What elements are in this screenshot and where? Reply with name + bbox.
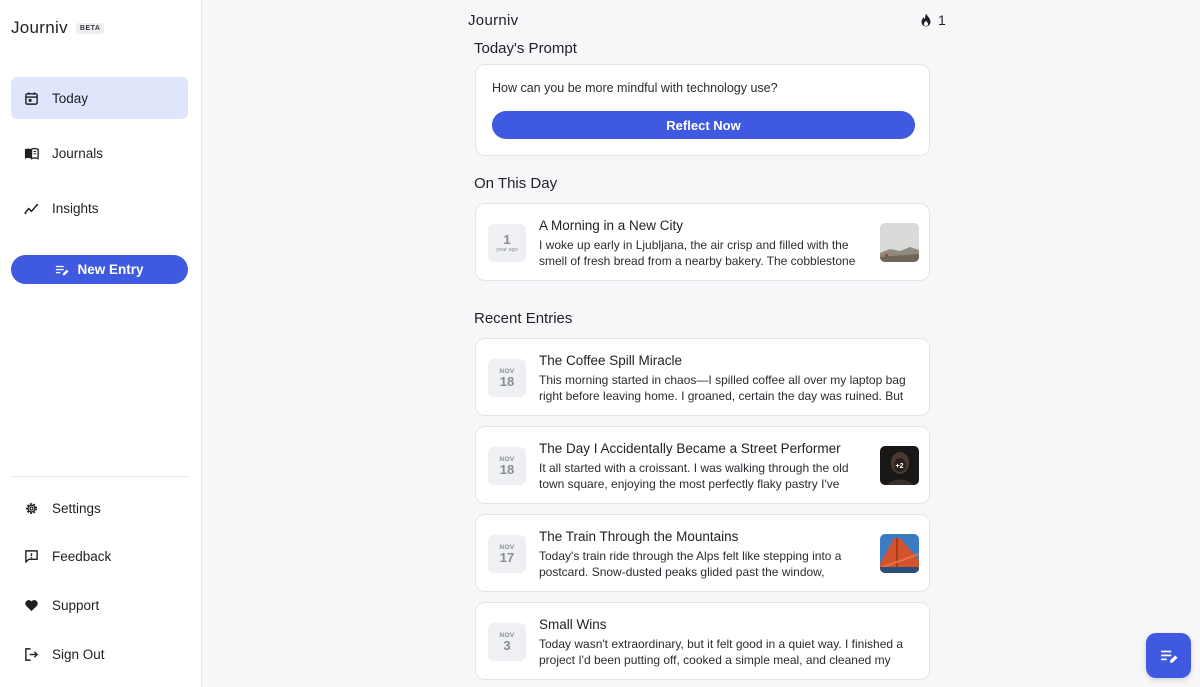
more-photos-badge: +2 xyxy=(896,463,904,470)
nav-label-feedback: Feedback xyxy=(52,548,112,564)
new-entry-button[interactable]: New Entry xyxy=(11,255,188,284)
date-box: year ago 1 xyxy=(488,224,526,262)
heart-icon xyxy=(25,599,38,611)
prompt-text: How can you be more mindful with technol… xyxy=(492,81,778,95)
nav-item-support[interactable]: Support xyxy=(11,587,188,623)
edit-note-icon xyxy=(1160,650,1177,663)
section-title-prompt: Today's Prompt xyxy=(474,40,577,57)
entry-excerpt: Today wasn't extraordinary, but it felt … xyxy=(539,637,904,667)
sidebar: Journiv BETA Today Journals Insights New… xyxy=(0,0,202,687)
nav-item-today[interactable]: Today xyxy=(11,77,188,119)
calendar-icon xyxy=(25,91,38,105)
date-box: NOV 3 xyxy=(488,623,526,661)
date-number: 1 xyxy=(503,232,511,247)
gear-icon xyxy=(26,502,37,514)
entry-excerpt: This morning started in chaos—I spilled … xyxy=(539,373,906,403)
date-day: 17 xyxy=(499,549,515,565)
nav-item-journals[interactable]: Journals xyxy=(11,132,188,174)
entry-title: The Train Through the Mountains xyxy=(539,529,739,544)
section-title-recent: Recent Entries xyxy=(474,310,573,327)
entry-title: The Day I Accidentally Became a Street P… xyxy=(539,441,841,456)
entry-card[interactable]: NOV 17 The Train Through the Mountains T… xyxy=(475,514,930,592)
nav-item-settings[interactable]: Settings xyxy=(11,490,188,526)
entry-thumbnail: +2 xyxy=(880,446,919,485)
new-entry-fab[interactable] xyxy=(1146,633,1191,678)
bridge-image xyxy=(880,534,919,573)
entry-card[interactable]: NOV 18 The Coffee Spill Miracle This mor… xyxy=(475,338,930,416)
portrait-image: +2 xyxy=(880,446,919,485)
nav-item-sign-out[interactable]: Sign Out xyxy=(11,636,188,672)
trend-icon xyxy=(24,203,39,214)
date-box: NOV 18 xyxy=(488,359,526,397)
entry-excerpt: I woke up early in Ljubljana, the air cr… xyxy=(539,238,856,268)
date-day: 3 xyxy=(503,637,511,653)
date-box: NOV 18 xyxy=(488,447,526,485)
misty-landscape-image xyxy=(880,223,919,262)
entry-title: Small Wins xyxy=(539,617,607,632)
nav-label-insights: Insights xyxy=(52,200,99,216)
nav-label-today: Today xyxy=(52,90,89,106)
new-entry-label: New Entry xyxy=(77,262,144,277)
page-title: Journiv xyxy=(468,12,519,29)
entry-excerpt: It all started with a croissant. I was w… xyxy=(539,461,849,491)
prompt-card: How can you be more mindful with technol… xyxy=(475,64,930,156)
date-label: year ago xyxy=(496,247,518,253)
sign-out-icon xyxy=(25,647,39,661)
feedback-icon xyxy=(25,549,38,563)
nav-label-settings: Settings xyxy=(52,500,101,516)
section-title-on-this-day: On This Day xyxy=(474,175,558,192)
entry-card[interactable]: NOV 3 Small Wins Today wasn't extraordin… xyxy=(475,602,930,680)
nav-label-journals: Journals xyxy=(52,145,104,161)
nav-item-feedback[interactable]: Feedback xyxy=(11,538,188,574)
sidebar-divider xyxy=(11,476,188,477)
entry-thumbnail xyxy=(880,223,919,262)
entry-excerpt: Today's train ride through the Alps felt… xyxy=(539,549,842,579)
book-icon xyxy=(24,147,39,160)
entry-card[interactable]: NOV 18 The Day I Accidentally Became a S… xyxy=(475,426,930,504)
entry-thumbnail xyxy=(880,534,919,573)
brand-name: Journiv xyxy=(11,18,68,37)
on-this-day-entry[interactable]: year ago 1 A Morning in a New City I wok… xyxy=(475,203,930,281)
streak-count: 1 xyxy=(938,12,946,28)
entry-title: The Coffee Spill Miracle xyxy=(539,353,683,368)
date-box: NOV 17 xyxy=(488,535,526,573)
date-day: 18 xyxy=(499,373,515,389)
flame-icon xyxy=(921,13,931,27)
date-day: 18 xyxy=(499,461,515,477)
nav-label-support: Support xyxy=(52,597,100,613)
streak-counter[interactable]: 1 xyxy=(920,12,946,28)
edit-note-icon xyxy=(56,265,70,275)
nav-label-sign-out: Sign Out xyxy=(52,646,105,662)
reflect-now-button[interactable]: Reflect Now xyxy=(492,111,915,139)
entry-title: A Morning in a New City xyxy=(539,218,684,233)
brand: Journiv BETA xyxy=(11,18,105,38)
nav-item-insights[interactable]: Insights xyxy=(11,187,188,229)
beta-badge: BETA xyxy=(75,22,105,34)
